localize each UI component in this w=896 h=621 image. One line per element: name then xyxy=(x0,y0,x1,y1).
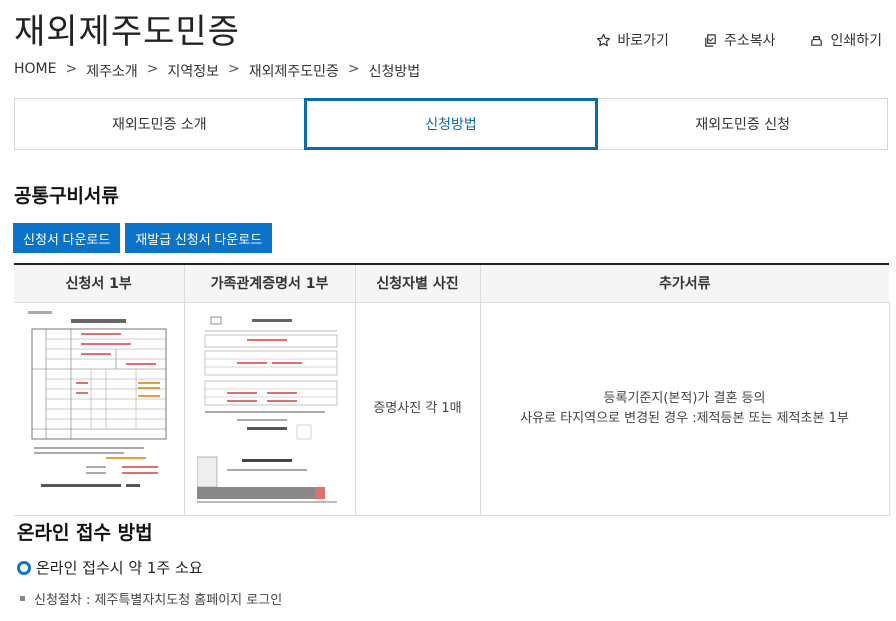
copy-icon xyxy=(705,33,716,47)
application-download-button[interactable]: 신청서 다운로드 xyxy=(13,223,121,253)
breadcrumb-separator: > xyxy=(146,61,159,77)
table-header: 신청서 1부 xyxy=(14,263,184,303)
extra-docs-line: 등록기준지(본적)가 결혼 등의 xyxy=(603,390,766,406)
print-button[interactable]: 인쇄하기 xyxy=(809,30,882,50)
breadcrumb-home[interactable]: HOME xyxy=(14,61,56,81)
tab-intro[interactable]: 재외도민증 소개 xyxy=(15,99,304,149)
table-header: 추가서류 xyxy=(479,263,889,303)
online-bullet-text: 온라인 접수시 약 1주 소요 xyxy=(36,559,203,577)
application-form-image xyxy=(25,308,172,509)
copy-address-button[interactable]: 주소복사 xyxy=(703,30,776,50)
page-title: 재외제주도민증 xyxy=(14,12,240,52)
online-bullet: 온라인 접수시 약 1주 소요 xyxy=(17,557,203,578)
print-label: 인쇄하기 xyxy=(830,33,882,49)
download-buttons: 신청서 다운로드 재발급 신청서 다운로드 xyxy=(13,223,273,253)
online-sub-text: 신청절차 : 제주특별자치도청 홈페이지 로그인 xyxy=(34,593,283,608)
breadcrumb-item[interactable]: 지역정보 xyxy=(167,61,219,81)
reissue-download-button[interactable]: 재발급 신청서 다운로드 xyxy=(125,223,273,253)
photo-cell: 증명사진 각 1매 xyxy=(354,302,480,516)
section-title-online: 온라인 접수 방법 xyxy=(17,522,153,544)
breadcrumb: HOME > 제주소개 > 지역정보 > 재외제주도민증 > 신청방법 xyxy=(14,61,420,81)
breadcrumb-current: 신청방법 xyxy=(368,64,421,80)
family-certificate-cell xyxy=(183,302,355,516)
breadcrumb-item[interactable]: 제주소개 xyxy=(86,61,138,81)
star-icon xyxy=(597,33,611,46)
online-sub-bullet: 신청절차 : 제주특별자치도청 홈페이지 로그인 xyxy=(20,589,282,608)
tab-apply[interactable]: 재외도민증 신청 xyxy=(598,99,887,149)
table-header-row: 신청서 1부 가족관계증명서 1부 신청자별 사진 추가서류 xyxy=(14,263,889,303)
extra-docs-cell: 등록기준지(본적)가 결혼 등의 사유로 타지역으로 변경된 경우 :제적등본 … xyxy=(479,302,890,516)
application-form-cell xyxy=(14,302,184,516)
print-icon xyxy=(811,35,823,46)
breadcrumb-item[interactable]: 재외제주도민증 xyxy=(249,61,339,81)
family-certificate-image xyxy=(196,308,343,509)
section-title-common-docs: 공통구비서류 xyxy=(14,185,119,207)
square-bullet-icon xyxy=(20,596,25,601)
documents-table: 신청서 1부 가족관계증명서 1부 신청자별 사진 추가서류 증명사진 각 1매… xyxy=(14,263,890,516)
table-header: 신청자별 사진 xyxy=(354,263,480,303)
shortcut-label: 바로가기 xyxy=(617,33,669,49)
breadcrumb-separator: > xyxy=(228,61,240,77)
table-row: 증명사진 각 1매 등록기준지(본적)가 결혼 등의 사유로 타지역으로 변경된… xyxy=(14,302,890,516)
breadcrumb-separator: > xyxy=(347,61,360,77)
utility-bar: 바로가기 주소복사 인쇄하기 xyxy=(596,30,882,50)
tab-apply-method[interactable]: 신청방법 xyxy=(303,98,599,150)
shortcut-button[interactable]: 바로가기 xyxy=(596,30,669,50)
circle-bullet-icon xyxy=(17,560,31,575)
table-header: 가족관계증명서 1부 xyxy=(183,263,355,303)
tab-bar: 재외도민증 소개 신청방법 재외도민증 신청 xyxy=(14,98,888,150)
copy-address-label: 주소복사 xyxy=(723,33,776,49)
extra-docs-line: 사유로 타지역으로 변경된 경우 :제적등본 또는 제적초본 1부 xyxy=(520,410,849,426)
breadcrumb-separator: > xyxy=(65,61,78,77)
